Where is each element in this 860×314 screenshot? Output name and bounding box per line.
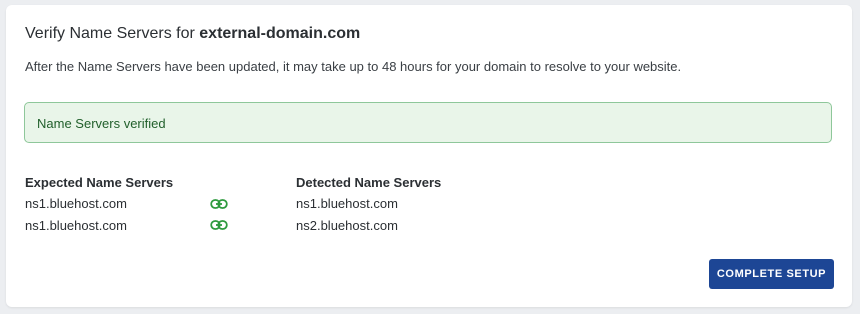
link-icon: [210, 199, 228, 209]
detected-ns-2: ns2.bluehost.com: [296, 218, 398, 233]
expected-header: Expected Name Servers: [25, 175, 174, 190]
page-title: Verify Name Servers for external-domain.…: [25, 25, 360, 43]
expected-ns-2: ns1.bluehost.com: [25, 218, 127, 233]
complete-setup-button[interactable]: COMPLETE SETUP: [709, 259, 834, 289]
title-prefix: Verify Name Servers for: [25, 25, 200, 42]
alert-text: Name Servers verified: [37, 116, 166, 131]
link-icon: [210, 220, 228, 230]
verified-alert: Name Servers verified: [24, 102, 832, 143]
detected-ns-1: ns1.bluehost.com: [296, 196, 398, 211]
expected-ns-1: ns1.bluehost.com: [25, 196, 127, 211]
description-text: After the Name Servers have been updated…: [25, 59, 682, 74]
domain-name: external-domain.com: [199, 25, 361, 42]
verify-name-servers-card: Verify Name Servers for external-domain.…: [6, 5, 852, 307]
detected-header: Detected Name Servers: [296, 175, 442, 190]
